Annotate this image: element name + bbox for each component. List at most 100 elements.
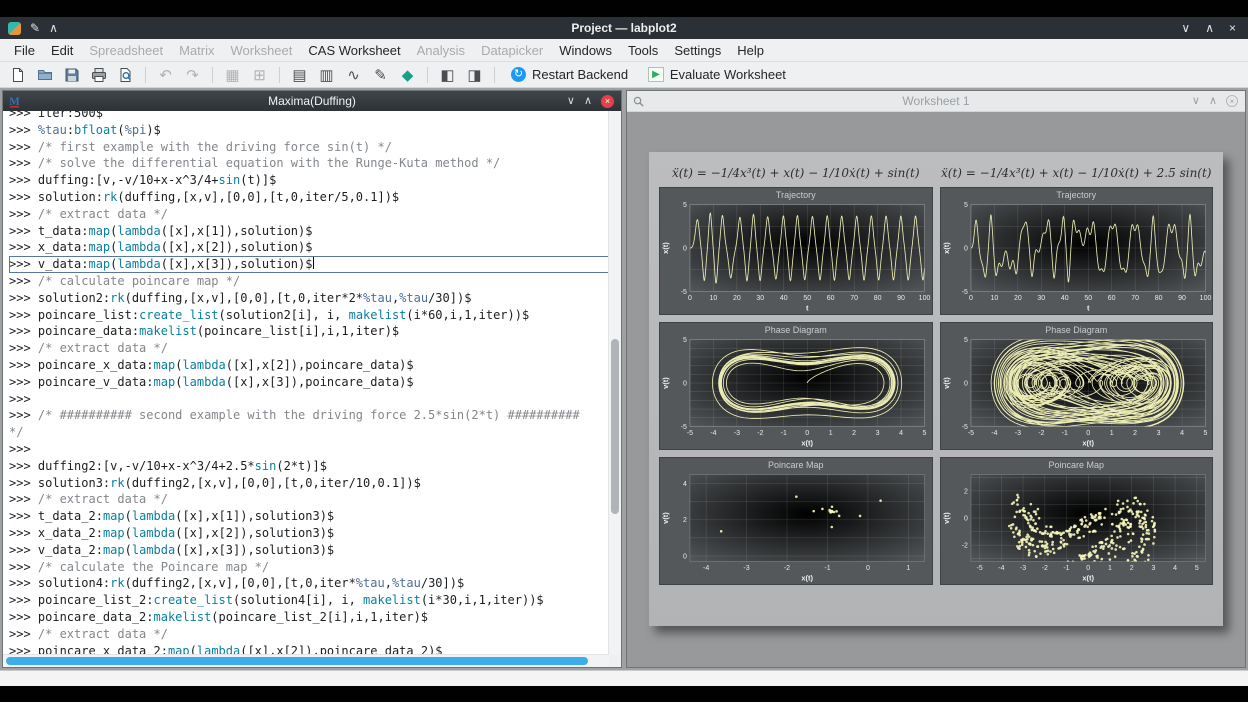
menu-analysis[interactable]: Analysis — [409, 41, 473, 60]
svg-text:v(t): v(t) — [661, 512, 670, 524]
code-line[interactable]: >>> poincare_data:makelist(poincare_list… — [9, 323, 609, 340]
worksheet-maximize-button[interactable]: ∧ — [1209, 96, 1217, 107]
maximize-button[interactable]: ∧ — [1205, 22, 1214, 34]
color-fill-icon[interactable]: ◆ — [395, 64, 420, 86]
menu-spreadsheet[interactable]: Spreadsheet — [81, 41, 171, 60]
plot-phase1[interactable]: Phase Diagram-5-4-3-2-1012345-505x(t)v(t… — [659, 322, 933, 450]
redo-icon[interactable]: ↷ — [180, 64, 205, 86]
code-line[interactable]: >>> /* calculate poincare map */ — [9, 273, 609, 290]
plot-title: Trajectory — [660, 188, 932, 201]
svg-text:-2: -2 — [757, 430, 763, 437]
horizontal-scrollbar[interactable] — [3, 654, 609, 667]
plot-traj2[interactable]: Trajectory0102030405060708090100-505tx(t… — [940, 187, 1214, 315]
close-button[interactable]: × — [1229, 22, 1236, 34]
menu-worksheet[interactable]: Worksheet — [222, 41, 300, 60]
save-icon[interactable] — [59, 64, 84, 86]
menu-tools[interactable]: Tools — [620, 41, 666, 60]
code-line[interactable]: >>> /* solve the differential equation w… — [9, 155, 609, 172]
worksheet-close-button[interactable]: × — [1226, 95, 1238, 107]
code-line[interactable]: */ — [9, 424, 609, 441]
new-document-icon[interactable] — [5, 64, 30, 86]
evaluate-worksheet-button[interactable]: ▶Evaluate Worksheet — [639, 67, 795, 82]
plot-poinc1[interactable]: Poincare Map-4-3-2-101024x(t)v(t) — [659, 457, 933, 585]
worksheet-page[interactable]: ẍ(t) = −1/4x³(t) + x(t) − 1/10ẋ(t) + sin… — [649, 152, 1223, 626]
vertical-scrollbar[interactable] — [608, 111, 621, 655]
svg-text:-5: -5 — [967, 430, 973, 437]
code-line[interactable]: >>> solution:rk(duffing,[x,v],[0,0],[t,0… — [9, 189, 609, 206]
plot-poinc2[interactable]: Poincare Map-5-4-3-2-1012345-202x(t)v(t) — [940, 457, 1214, 585]
code-line[interactable]: >>> poincare_list_2:create_list(solution… — [9, 592, 609, 609]
code-line[interactable]: >>> poincare_v_data:map(lambda([x],x[3])… — [9, 374, 609, 391]
code-line[interactable]: >>> t_data:map(lambda([x],x[1]),solution… — [9, 223, 609, 240]
code-line[interactable]: >>> duffing:[v,-v/10+x-x^3/4+sin(t)]$ — [9, 172, 609, 189]
restart-backend-button[interactable]: ↻Restart Backend — [502, 67, 637, 82]
code-line[interactable]: >>> poincare_x_data:map(lambda([x],x[2])… — [9, 357, 609, 374]
code-line[interactable]: >>> /* calculate the Poincare map */ — [9, 559, 609, 576]
menu-file[interactable]: File — [6, 41, 43, 60]
window-titlebar[interactable]: ✎ ∧ Project — labplot2 ∨ ∧ × — [0, 17, 1248, 39]
code-line[interactable]: >>> solution2:rk(duffing,[x,v],[0,0],[t,… — [9, 290, 609, 307]
code-line[interactable]: >>> v_data_2:map(lambda([x],x[3]),soluti… — [9, 542, 609, 559]
chevron-up-icon[interactable]: ∧ — [49, 22, 58, 34]
plot-phase2[interactable]: Phase Diagram-5-4-3-2-1012345-505x(t)v(t… — [940, 322, 1214, 450]
print-icon[interactable] — [86, 64, 111, 86]
code-line[interactable]: >>> poincare_data_2:makelist(poincare_li… — [9, 609, 609, 626]
menu-windows[interactable]: Windows — [551, 41, 620, 60]
open-file-icon[interactable] — [32, 64, 57, 86]
horizontal-scrollbar-handle[interactable] — [6, 657, 588, 665]
prompt: >>> — [9, 358, 38, 372]
minimize-button[interactable]: ∨ — [1181, 22, 1190, 34]
code-line[interactable]: >>> /* extract data */ — [9, 626, 609, 643]
code-line-focused[interactable]: >>> v_data:map(lambda([x],x[3]),solution… — [9, 256, 609, 273]
edit-fit-icon[interactable]: ✎ — [368, 64, 393, 86]
toggle-left-panel-icon[interactable]: ◧ — [435, 64, 460, 86]
menu-settings[interactable]: Settings — [666, 41, 729, 60]
new-spreadsheet-icon[interactable]: ▦ — [220, 64, 245, 86]
menu-datapicker[interactable]: Datapicker — [473, 41, 551, 60]
svg-text:3: 3 — [1151, 565, 1155, 572]
worksheet-window: Worksheet 1 ∨ ∧ × ẍ(t) = −1/4x³(t) + x(t… — [626, 90, 1246, 668]
new-matrix-icon[interactable]: ⊞ — [247, 64, 272, 86]
maxima-window-controls: ∨ ∧ × — [567, 95, 621, 108]
code-line[interactable]: >>> solution3:rk(duffing2,[x,v],[0,0],[t… — [9, 475, 609, 492]
code-line[interactable]: >>> /* extract data */ — [9, 206, 609, 223]
menu-help[interactable]: Help — [729, 41, 772, 60]
print-preview-icon[interactable] — [113, 64, 138, 86]
code-line[interactable]: >>> — [9, 391, 609, 408]
vertical-scrollbar-handle[interactable] — [611, 339, 619, 513]
prompt: >>> — [9, 610, 38, 624]
menu-cas-worksheet[interactable]: CAS Worksheet — [300, 41, 408, 60]
xy-curve-icon[interactable]: ∿ — [341, 64, 366, 86]
worksheet-minimize-button[interactable]: ∨ — [1192, 96, 1200, 107]
code-line[interactable]: >>> /* extract data */ — [9, 491, 609, 508]
code-line[interactable]: >>> solution4:rk(duffing2,[x,v],[0,0],[t… — [9, 575, 609, 592]
maxima-close-button[interactable]: × — [601, 95, 614, 108]
maxima-minimize-button[interactable]: ∨ — [567, 96, 575, 107]
maxima-maximize-button[interactable]: ∧ — [584, 96, 592, 107]
code-line[interactable]: >>> /* ########## second example with th… — [9, 407, 609, 424]
code-line[interactable]: >>> iter:500$ — [9, 111, 609, 122]
code-line[interactable]: >>> x_data_2:map(lambda([x],x[2]),soluti… — [9, 525, 609, 542]
menu-edit[interactable]: Edit — [43, 41, 81, 60]
new-worksheet-icon[interactable]: ▤ — [287, 64, 312, 86]
code-line[interactable]: >>> /* extract data */ — [9, 340, 609, 357]
code-line[interactable]: >>> %tau:bfloat(%pi)$ — [9, 122, 609, 139]
plot-traj1[interactable]: Trajectory0102030405060708090100-505tx(t… — [659, 187, 933, 315]
new-cas-worksheet-icon[interactable]: ▥ — [314, 64, 339, 86]
code-line[interactable]: >>> poincare_list:create_list(solution2[… — [9, 307, 609, 324]
svg-text:-3: -3 — [1019, 565, 1025, 572]
toggle-right-panel-icon[interactable]: ◨ — [462, 64, 487, 86]
worksheet-window-titlebar[interactable]: Worksheet 1 ∨ ∧ × — [627, 91, 1245, 112]
code-line[interactable]: >>> x_data:map(lambda([x],x[2]),solution… — [9, 239, 609, 256]
code-line[interactable]: >>> t_data_2:map(lambda([x],x[1]),soluti… — [9, 508, 609, 525]
code-line[interactable]: >>> /* first example with the driving fo… — [9, 139, 609, 156]
svg-text:x(t): x(t) — [941, 242, 950, 254]
menu-matrix[interactable]: Matrix — [171, 41, 222, 60]
maxima-code-area[interactable]: >>> iter:500$>>> %tau:bfloat(%pi)$>>> /*… — [3, 111, 609, 655]
svg-text:-1: -1 — [1063, 565, 1069, 572]
undo-icon[interactable]: ↶ — [153, 64, 178, 86]
pencil-icon[interactable]: ✎ — [30, 22, 40, 34]
code-line[interactable]: >>> — [9, 441, 609, 458]
code-line[interactable]: >>> duffing2:[v,-v/10+x-x^3/4+2.5*sin(2*… — [9, 458, 609, 475]
maxima-window-titlebar[interactable]: M Maxima(Duffing) ∨ ∧ × — [3, 91, 621, 111]
